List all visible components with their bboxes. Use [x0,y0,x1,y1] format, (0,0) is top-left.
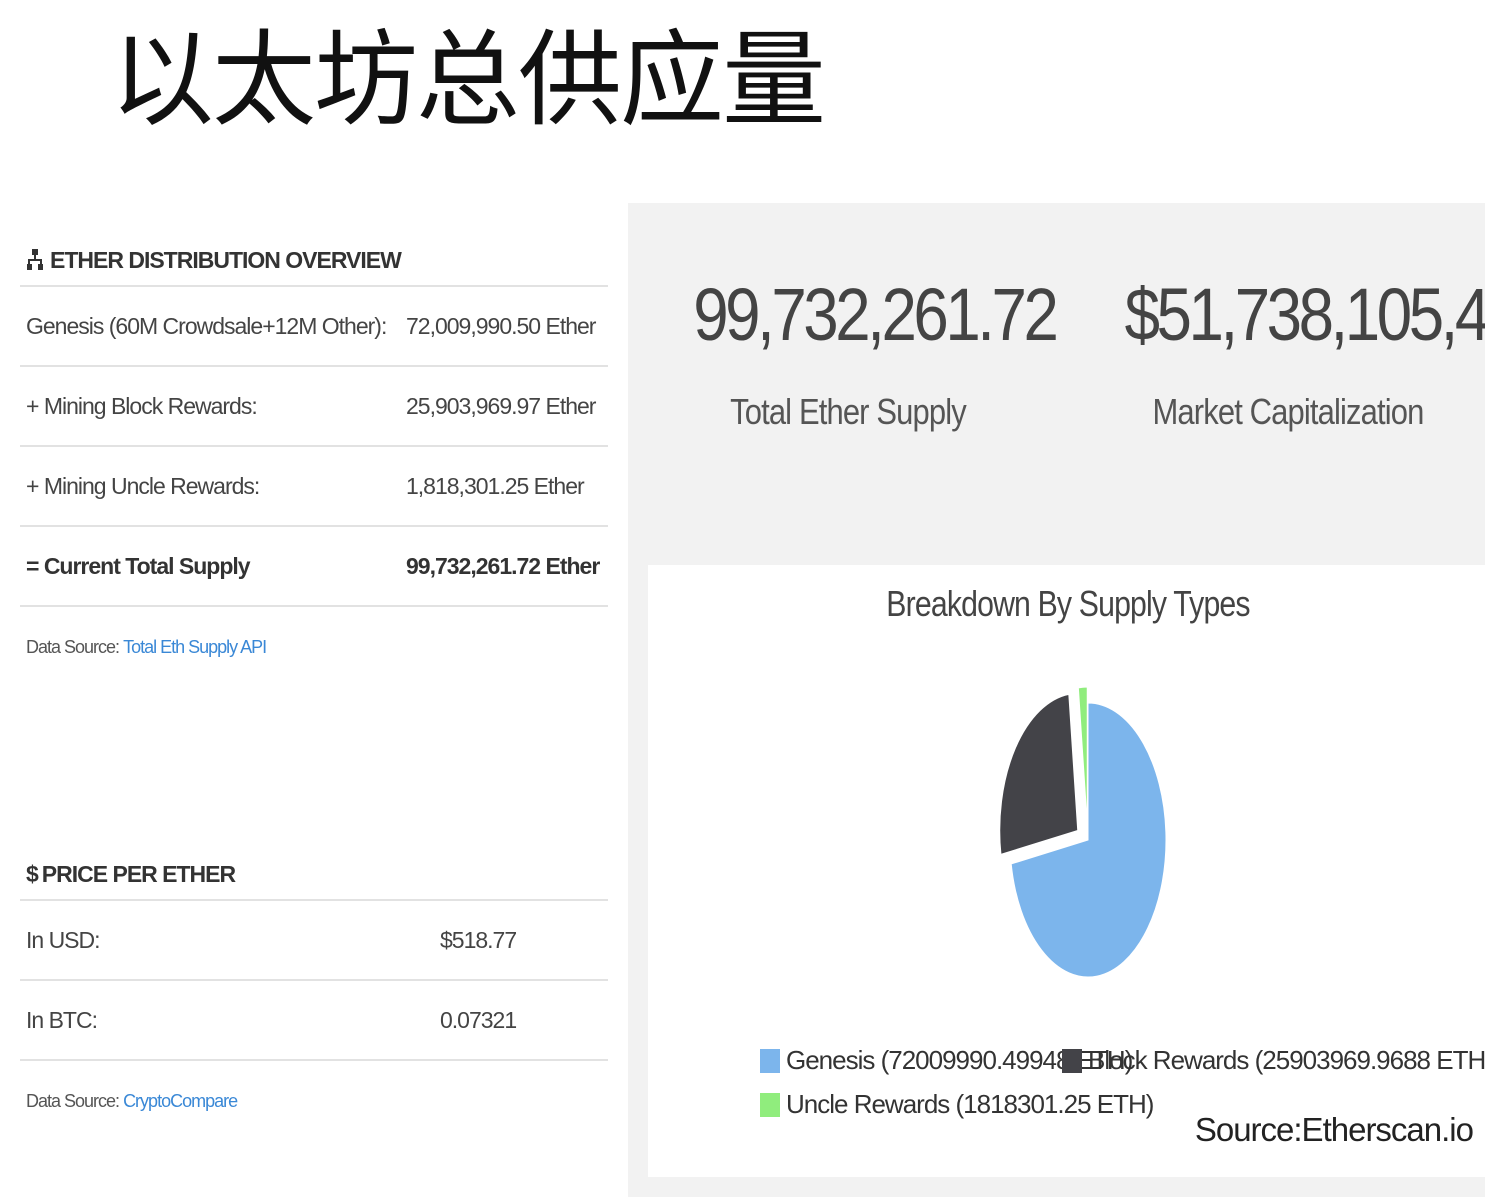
legend-swatch [760,1092,780,1117]
usd-row: In USD: $518.77 [20,901,608,981]
row-label: = Current Total Supply [26,552,251,579]
row-value: 99,732,261.72 Ether [406,552,600,579]
total-supply-stat: 99,732,261.72 Total Ether Supply [668,273,1059,433]
pie-slice-block-rewards[interactable] [999,693,1079,856]
source-label: Data Source: [26,636,120,657]
btc-row: In BTC: 0.07321 [20,981,608,1061]
row-value: 1,818,301.25 Ether [406,472,585,499]
cryptocompare-link[interactable]: CryptoCompare [123,1091,238,1112]
source-label: Data Source: [26,1090,120,1111]
distribution-heading-text: ETHER DISTRIBUTION OVERVIEW [50,246,402,273]
slide-title: 以太坊总供应量 [110,19,826,141]
legend-label: Block Rewards (25903969.9688 ETH) [1088,1045,1485,1075]
sitemap-icon [26,249,46,271]
stats-panel: 99,732,261.72 Total Ether Supply $51,738… [628,203,1485,565]
chart-card: Breakdown By Supply Types Genesis (72009… [648,565,1485,1177]
row-value: 0.07321 [440,1006,517,1033]
row-label: + Mining Uncle Rewards: [26,472,260,499]
left-panel: ETHER DISTRIBUTION OVERVIEW Genesis (60M… [20,235,608,1141]
pie-slice-uncle-rewards[interactable] [1077,686,1088,825]
dollar-icon: $ [26,860,39,887]
distribution-heading: ETHER DISTRIBUTION OVERVIEW [20,235,608,287]
market-cap-stat: $51,738,105,411 Market Capitalization [1098,273,1485,433]
row-value: $518.77 [440,926,517,953]
genesis-row: Genesis (60M Crowdsale+12M Other): 72,00… [20,287,608,367]
row-label: + Mining Block Rewards: [26,392,258,419]
total-supply-row: = Current Total Supply 99,732,261.72 Eth… [20,527,608,607]
source-credit: Source:Etherscan.io [1194,1111,1474,1148]
row-label: In USD: [26,926,101,953]
distribution-source: Data Source: Total Eth Supply API [20,607,608,687]
legend-block-rewards[interactable]: Block Rewards (25903969.9688 ETH) [1062,1045,1485,1076]
total-supply-caption: Total Ether Supply [730,391,967,432]
legend-swatch [1062,1048,1082,1073]
row-value: 72,009,990.50 Ether [406,312,596,339]
row-value: 25,903,969.97 Ether [406,392,596,419]
price-heading-text: PRICE PER ETHER [41,860,236,887]
row-label: In BTC: [26,1006,98,1033]
row-label: Genesis (60M Crowdsale+12M Other): [26,312,387,339]
block-rewards-row: + Mining Block Rewards: 25,903,969.97 Et… [20,367,608,447]
legend-swatch [760,1048,780,1073]
market-cap-caption: Market Capitalization [1152,391,1424,432]
pie-chart [999,686,1167,978]
price-heading: $ PRICE PER ETHER [20,849,608,901]
legend-uncle-rewards[interactable]: Uncle Rewards (1818301.25 ETH) [760,1089,1154,1120]
uncle-rewards-row: + Mining Uncle Rewards: 1,818,301.25 Eth… [20,447,608,527]
total-eth-supply-api-link[interactable]: Total Eth Supply API [123,637,267,658]
price-source: Data Source: CryptoCompare [20,1061,608,1141]
legend-label: Uncle Rewards (1818301.25 ETH) [786,1089,1154,1119]
market-cap-number: $51,738,105,411 [1124,273,1485,356]
total-supply-number: 99,732,261.72 [693,273,1059,356]
chart-panel: Breakdown By Supply Types Genesis (72009… [628,565,1485,1197]
